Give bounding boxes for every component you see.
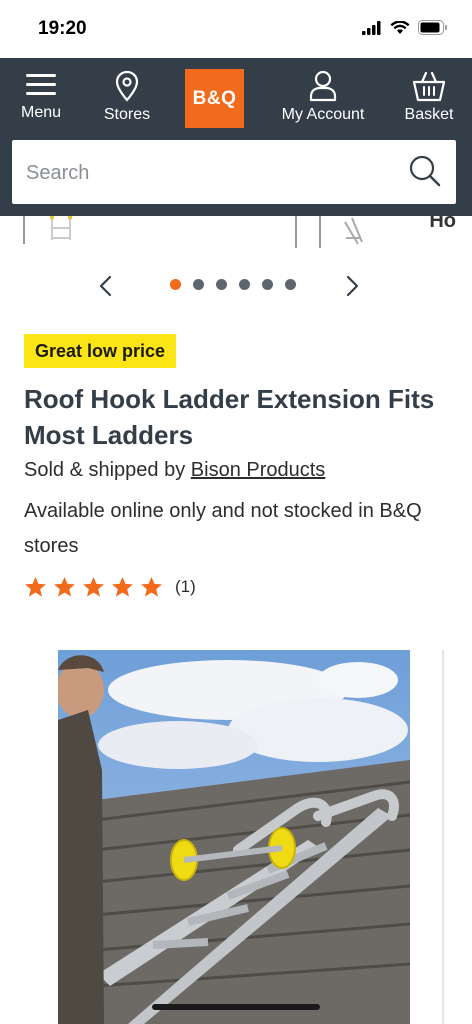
carousel-dot-1[interactable] [170,279,181,290]
hamburger-menu-icon [26,74,56,95]
rating[interactable]: (1) [24,576,196,598]
product-main-image[interactable] [58,650,410,1024]
site-header: Menu Stores B&Q My Account Basket [0,58,472,216]
menu-label: Menu [20,104,62,121]
carousel-navigation [0,268,472,304]
cellular-signal-icon [362,20,381,35]
my-account-label: My Account [281,106,365,123]
star-icon [25,576,46,597]
ladder-thumbnail-image [23,216,363,248]
bq-logo[interactable]: B&Q [185,69,244,128]
rating-count: (1) [175,577,196,596]
chevron-right-icon[interactable] [338,272,366,300]
seller-link[interactable]: Bison Products [191,459,326,481]
home-indicator [152,1004,320,1010]
status-icons [362,20,448,35]
roof-ladder-photo [58,650,410,1024]
price-badge: Great low price [24,334,177,368]
seller-info: Sold & shipped by Bison Products [24,459,325,482]
seller-prefix: Sold & shipped by [24,459,186,481]
status-bar: 19:20 [0,0,472,58]
availability-text: Available online only and not stocked in… [24,500,422,557]
carousel-dot-2[interactable] [193,279,204,290]
carousel-dot-6[interactable] [285,279,296,290]
stores-button[interactable]: Stores [82,70,172,128]
search-input[interactable] [24,140,388,206]
basket-label: Basket [404,106,454,123]
carousel-dot-4[interactable] [239,279,250,290]
stores-label: Stores [103,106,151,123]
my-account-button[interactable]: My Account [268,70,378,128]
search-icon[interactable] [408,154,442,188]
location-pin-icon [115,70,139,102]
star-icon [54,576,75,597]
battery-icon [418,20,447,35]
basket-icon [412,71,446,102]
menu-button[interactable]: Menu [0,70,86,128]
chevron-left-icon[interactable] [92,272,120,300]
user-icon [309,70,337,102]
search-bar [12,140,456,206]
star-icon [141,576,162,597]
product-title: Roof Hook Ladder Extension Fits Most Lad… [24,384,435,450]
thumbnail-partial-text: Ho [429,216,456,232]
star-icon [112,576,133,597]
wifi-icon [390,20,410,34]
next-image-peek [442,650,444,1024]
carousel-dot-5[interactable] [262,279,273,290]
basket-button[interactable]: Basket [384,70,472,128]
star-icon [83,576,104,597]
status-time: 19:20 [38,18,87,39]
carousel-dots [170,279,296,290]
image-carousel-thumbnails: Ho [0,216,472,252]
carousel-dot-3[interactable] [216,279,227,290]
